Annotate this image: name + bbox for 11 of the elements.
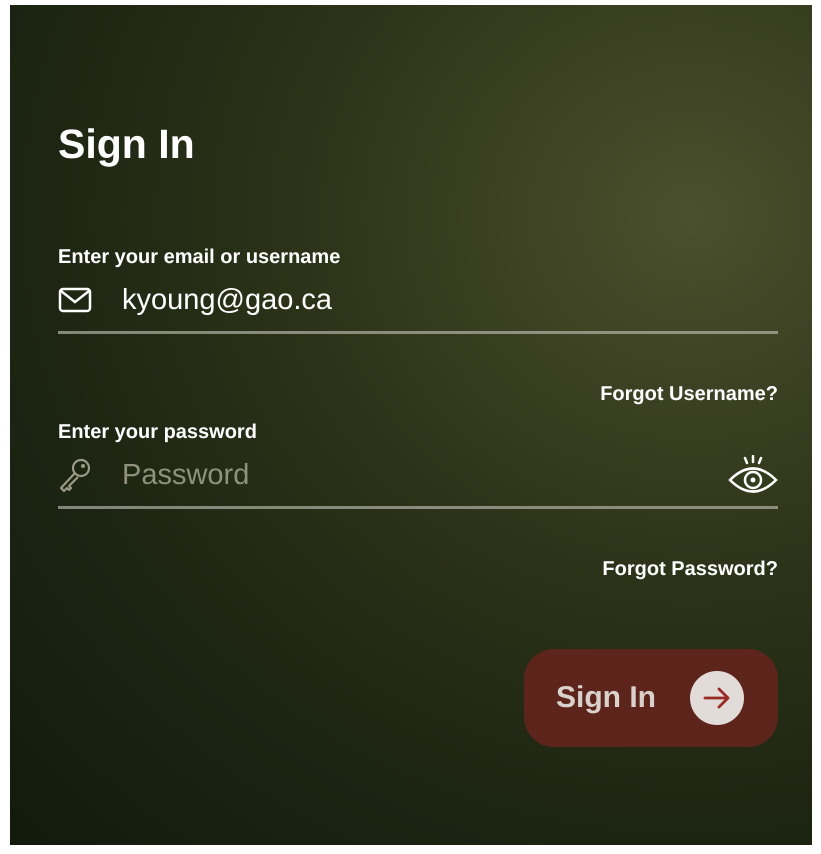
forgot-password-link[interactable]: Forgot Password? xyxy=(602,557,778,581)
envelope-icon xyxy=(58,287,92,313)
forgot-username-link[interactable]: Forgot Username? xyxy=(600,382,778,406)
arrow-right-icon xyxy=(690,671,744,725)
field-label: Enter your email or username xyxy=(58,245,342,269)
field-label: Enter your password xyxy=(58,420,258,444)
page-title: Sign In xyxy=(58,120,196,169)
password-field[interactable]: Password xyxy=(122,458,698,492)
email-field[interactable]: kyoung@gao.ca xyxy=(122,284,778,316)
key-icon xyxy=(58,457,92,493)
eye-icon[interactable] xyxy=(728,455,778,495)
